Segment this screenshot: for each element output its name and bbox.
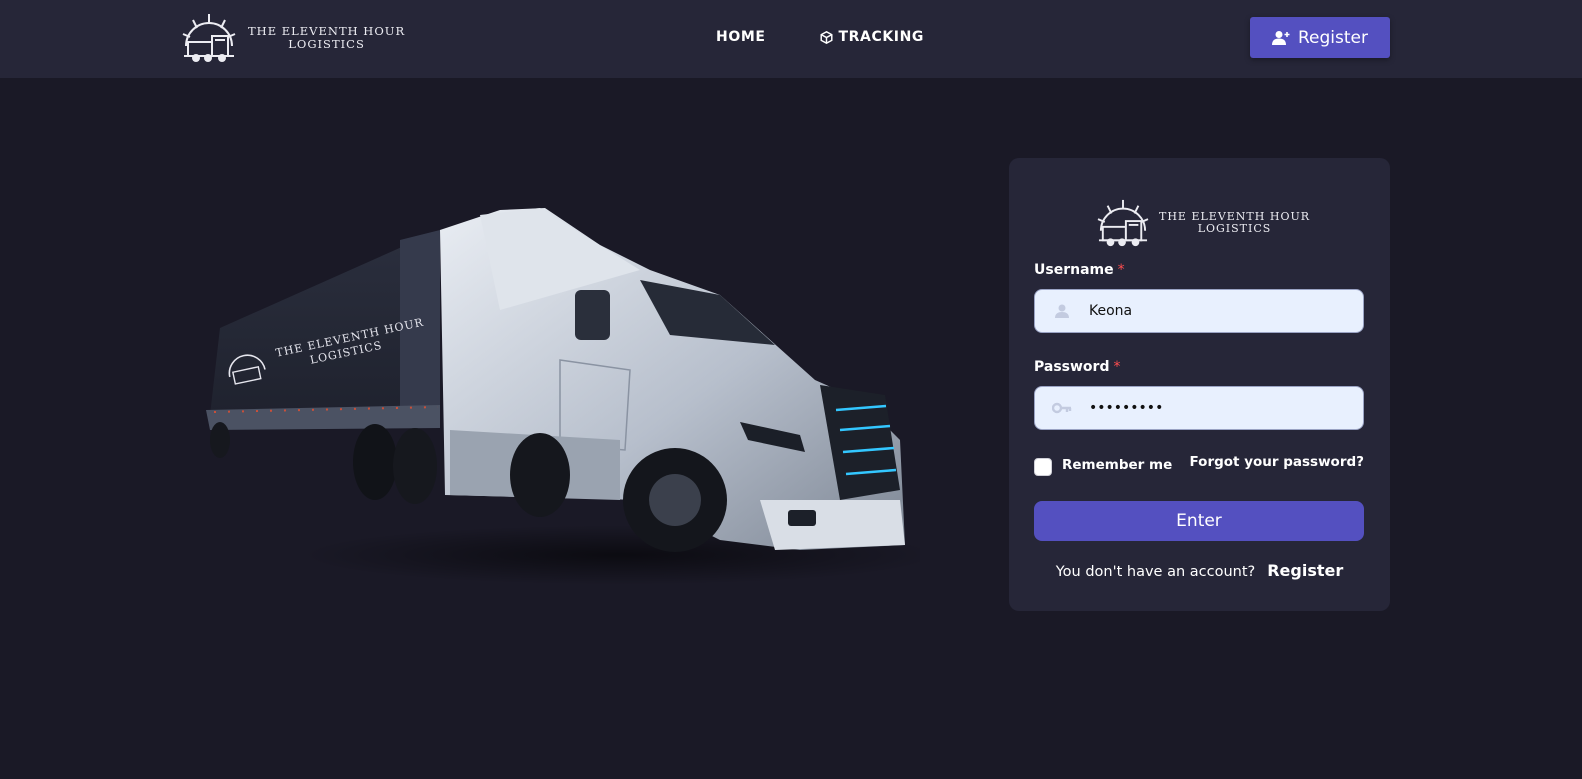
user-add-icon	[1272, 30, 1290, 45]
remember-me-checkbox[interactable]	[1034, 458, 1052, 476]
nav-home-label: HOME	[716, 29, 766, 45]
nav-tracking[interactable]: TRACKING	[820, 27, 925, 47]
password-label: Password *	[1034, 359, 1121, 375]
no-account-text: You don't have an account?	[1055, 564, 1256, 580]
logo-wordmark: THE ELEVENTH HOUR LOGISTICS	[248, 25, 405, 50]
top-navbar: THE ELEVENTH HOUR LOGISTICS HOME TRACKIN…	[0, 0, 1582, 78]
enter-button[interactable]: Enter	[1034, 501, 1364, 541]
logo-wordmark: THE ELEVENTH HOUR LOGISTICS	[1159, 210, 1310, 235]
register-link[interactable]: Register	[1267, 561, 1343, 580]
truck-illustration: THE ELEVENTH HOUR LOGISTICS	[206, 208, 940, 585]
forgot-password-link[interactable]: Forgot your password?	[1190, 454, 1365, 470]
nav-register-label: Register	[1298, 27, 1368, 48]
nav-register-button[interactable]: Register	[1250, 17, 1390, 58]
card-brand-logo: THE ELEVENTH HOUR LOGISTICS	[1095, 198, 1310, 248]
hero-truck-image: THE ELEVENTH HOUR LOGISTICS	[200, 200, 940, 590]
required-mark: *	[1113, 359, 1121, 375]
logo-line-2: LOGISTICS	[288, 37, 365, 51]
username-field[interactable]	[1034, 289, 1364, 333]
cube-icon	[820, 30, 833, 44]
nav-home[interactable]: HOME	[716, 27, 766, 47]
brand-logo[interactable]: THE ELEVENTH HOUR LOGISTICS	[180, 12, 405, 64]
enter-button-label: Enter	[1176, 511, 1222, 531]
login-card: THE ELEVENTH HOUR LOGISTICS Username* Pa…	[1009, 158, 1390, 611]
nav-tracking-label: TRACKING	[838, 29, 925, 45]
logo-emblem-icon	[1097, 199, 1149, 247]
signup-row: You don't have an account? Register	[1009, 561, 1390, 580]
key-icon	[1035, 402, 1089, 414]
password-input[interactable]	[1089, 387, 1363, 429]
remember-me-label: Remember me	[1062, 457, 1173, 473]
logo-emblem-icon	[182, 14, 236, 62]
user-icon	[1035, 303, 1089, 319]
logo-line-2: LOGISTICS	[1197, 222, 1272, 235]
username-label: Username *	[1034, 262, 1125, 278]
required-mark: *	[1117, 262, 1125, 278]
username-input[interactable]	[1089, 290, 1363, 332]
main-nav: HOME TRACKING	[716, 27, 924, 47]
password-field[interactable]	[1034, 386, 1364, 430]
remember-me[interactable]: Remember me	[1034, 454, 1172, 476]
